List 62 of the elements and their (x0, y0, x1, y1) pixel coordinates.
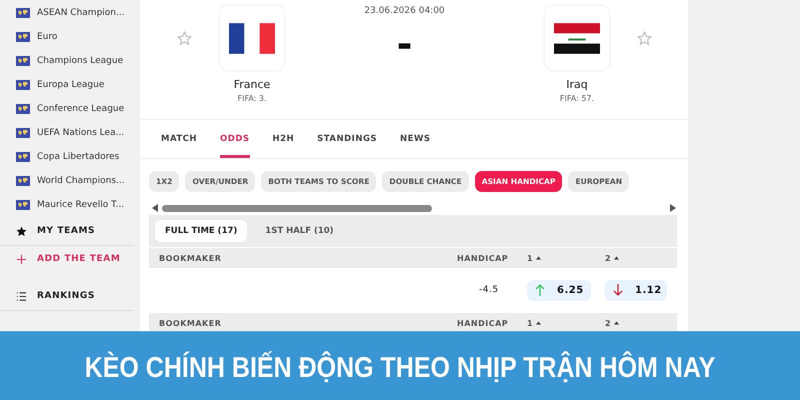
score: - (396, 22, 412, 66)
competition-item[interactable]: World Champions... (0, 169, 134, 193)
column-header[interactable]: HANDICAP (457, 254, 527, 262)
world-flag-icon (16, 104, 30, 114)
column-header[interactable]: 1 (527, 318, 605, 328)
section-heading: RANKINGS (0, 282, 134, 311)
tab[interactable]: ODDS (220, 120, 250, 158)
column-header[interactable]: BOOKMAKER (159, 318, 457, 328)
france-flag-icon (229, 22, 275, 54)
competition-item[interactable]: Champions League (0, 49, 134, 73)
section-heading: MY TEAMS (0, 217, 134, 246)
add-team-link[interactable]: ADD THE TEAM (0, 246, 134, 272)
column-header[interactable]: 2 (605, 318, 667, 328)
star-icon (16, 226, 27, 236)
competition-item[interactable]: Euro (0, 25, 134, 49)
scroll-left-icon[interactable] (152, 204, 158, 212)
competition-item[interactable]: Conference League (0, 97, 134, 121)
tab[interactable]: MATCH (161, 120, 198, 158)
fifa-rank: FIFA: 57. (560, 94, 594, 103)
tab[interactable]: H2H (272, 120, 294, 158)
column-header[interactable]: 1 (527, 254, 605, 262)
world-flag-icon (16, 176, 30, 186)
competition-item[interactable]: Europa League (0, 73, 134, 97)
banner-title: KÈO CHÍNH BIẾN ĐỘNG THEO NHỊP TRẬN HÔM NAY (0, 331, 800, 400)
tab[interactable]: STANDINGS (317, 120, 378, 158)
handicap-value: -4.5 (478, 285, 500, 295)
sort-icon (536, 256, 542, 260)
iraq-flag-icon (554, 22, 600, 54)
sort-icon (614, 256, 620, 260)
sort-icon (536, 321, 542, 325)
period-tab[interactable]: 1ST HALF (10) (255, 220, 344, 242)
match-datetime: 23.06.2026 04:00 (364, 6, 445, 16)
sort-icon (614, 321, 620, 325)
competition-item[interactable]: Copa Libertadores (0, 145, 134, 169)
world-flag-icon (16, 128, 30, 138)
world-flag-icon (16, 152, 30, 162)
odds-button[interactable]: 6.25 (527, 280, 591, 300)
odds-button[interactable]: 1.12 (605, 280, 667, 300)
world-flag-icon (16, 8, 30, 18)
fifa-rank: FIFA: 3. (237, 94, 267, 103)
scroll-right-icon[interactable] (670, 204, 676, 212)
competition-item[interactable]: Maurice Revello T... (0, 193, 134, 217)
column-header[interactable]: HANDICAP (457, 318, 527, 328)
tab[interactable]: NEWS (400, 120, 430, 158)
team-name: France (234, 78, 270, 91)
competition-item[interactable]: UEFA Nations Lea... (0, 121, 134, 145)
scrollbar-thumb[interactable] (162, 204, 432, 212)
world-flag-icon (16, 200, 30, 210)
star-outline-icon[interactable] (177, 31, 192, 46)
period-tab[interactable]: FULL TIME (17) (155, 220, 248, 242)
competition-item[interactable]: ASEAN Champion... (0, 1, 134, 25)
star-outline-icon[interactable] (636, 31, 652, 46)
plus-icon (16, 254, 27, 264)
world-flag-icon (16, 56, 30, 66)
list-icon (16, 290, 27, 302)
arrow-down-icon (613, 284, 623, 296)
column-header[interactable]: BOOKMAKER (159, 254, 457, 262)
world-flag-icon (16, 80, 30, 90)
arrow-up-icon (535, 284, 545, 296)
team-name: Iraq (566, 78, 588, 91)
column-header[interactable]: 2 (605, 254, 667, 262)
world-flag-icon (16, 32, 30, 42)
